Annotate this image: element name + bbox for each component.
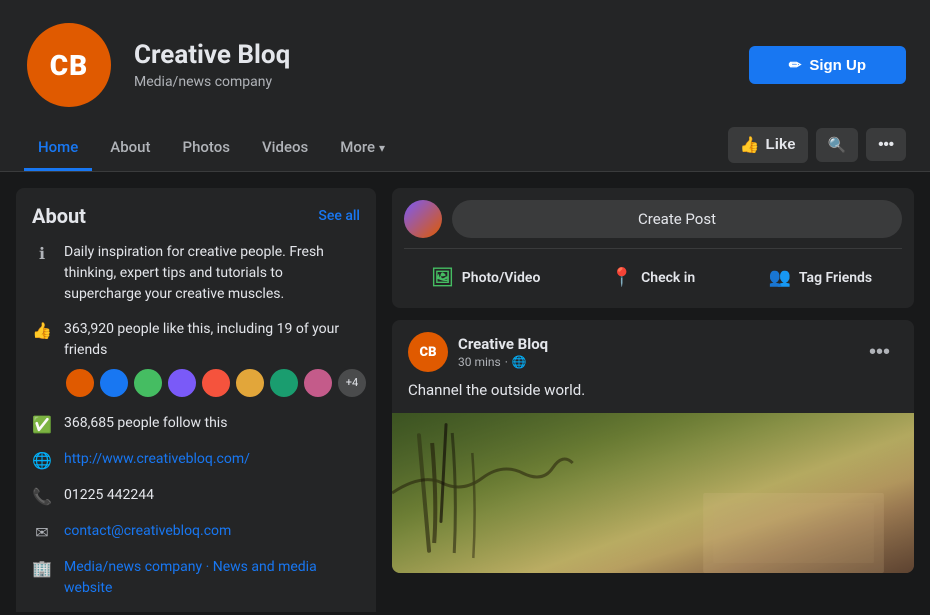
post-card: CB Creative Bloq 30 mins · 🌐 ••• Cha (392, 320, 914, 573)
page-nav: Home About Photos Videos More 👍 Like 🔍 (24, 126, 906, 171)
like-button[interactable]: 👍 Like (728, 127, 808, 163)
thumbs-up-icon: 👍 (740, 135, 760, 155)
feed: Create Post 🖼 Photo/Video 📍 Check in 👥 T… (392, 188, 914, 596)
create-post-top: Create Post (404, 200, 902, 238)
tab-about[interactable]: About (96, 126, 164, 171)
sidebar-title-row: About See all (32, 204, 360, 228)
website-link[interactable]: http://www.creativebloq.com/ (64, 449, 250, 470)
page-header: CB Creative Bloq Media/news company ✏ Si… (0, 0, 930, 172)
friend-avatar (234, 367, 266, 399)
check-in-icon: 📍 (611, 267, 633, 288)
friend-avatar (302, 367, 334, 399)
user-avatar (404, 200, 442, 238)
more-options-button[interactable]: ••• (866, 128, 906, 161)
about-email: ✉ contact@creativebloq.com (32, 521, 360, 543)
create-post-input[interactable]: Create Post (452, 200, 902, 238)
check-in-button[interactable]: 📍 Check in (571, 259, 734, 296)
tab-photos[interactable]: Photos (169, 126, 244, 171)
page-logo-text: CB (50, 49, 88, 82)
post-header: CB Creative Bloq 30 mins · 🌐 ••• (392, 320, 914, 380)
friend-avatar (98, 367, 130, 399)
ellipsis-icon: ••• (878, 136, 894, 153)
post-author-info: CB Creative Bloq 30 mins · 🌐 (408, 332, 548, 372)
about-likes: 👍 363,920 people like this, including 19… (32, 319, 360, 399)
friend-avatar (268, 367, 300, 399)
building-icon: 🏢 (32, 559, 52, 579)
thumbs-up-icon: 👍 (32, 321, 52, 341)
ellipsis-icon: ••• (869, 341, 890, 363)
privacy-icon: 🌐 (512, 355, 527, 369)
tag-friends-button[interactable]: 👥 Tag Friends (739, 259, 902, 296)
search-button[interactable]: 🔍 (816, 128, 859, 162)
post-image (392, 413, 914, 573)
signup-button[interactable]: ✏ Sign Up (749, 46, 906, 84)
create-post-box: Create Post 🖼 Photo/Video 📍 Check in 👥 T… (392, 188, 914, 308)
post-more-button[interactable]: ••• (861, 337, 898, 368)
post-author-name: Creative Bloq (458, 335, 548, 353)
friends-row: +4 (64, 367, 368, 399)
friend-avatar (200, 367, 232, 399)
create-post-actions: 🖼 Photo/Video 📍 Check in 👥 Tag Friends (404, 248, 902, 296)
page-info: Creative Bloq Media/news company (134, 40, 729, 90)
email-icon: ✉ (32, 523, 52, 543)
info-icon: ℹ (32, 244, 52, 264)
phone-icon: 📞 (32, 487, 52, 507)
friend-avatar (166, 367, 198, 399)
photo-video-button[interactable]: 🖼 Photo/Video (404, 259, 567, 296)
see-all-link[interactable]: See all (318, 208, 360, 224)
friend-avatar-more: +4 (336, 367, 368, 399)
chevron-down-icon (379, 138, 385, 156)
globe-icon: 🌐 (32, 451, 52, 471)
tab-home[interactable]: Home (24, 126, 92, 171)
search-icon: 🔍 (828, 136, 847, 154)
tab-more[interactable]: More (326, 126, 399, 171)
email-link[interactable]: contact@creativebloq.com (64, 521, 231, 542)
friend-avatar (132, 367, 164, 399)
about-phone: 📞 01225 442244 (32, 485, 360, 507)
sidebar-title: About (32, 204, 86, 228)
checkmark-icon: ✅ (32, 415, 52, 435)
page-name: Creative Bloq (134, 40, 729, 70)
page-header-top: CB Creative Bloq Media/news company ✏ Si… (24, 20, 906, 126)
tab-videos[interactable]: Videos (248, 126, 322, 171)
about-category: 🏢 Media/news company · News and media we… (32, 557, 360, 599)
pencil-icon: ✏ (789, 56, 802, 74)
nav-actions: 👍 Like 🔍 ••• (728, 127, 906, 171)
post-author-logo: CB (408, 332, 448, 372)
friend-avatar (64, 367, 96, 399)
tag-friends-icon: 👥 (768, 267, 790, 288)
content-area: About See all ℹ Daily inspiration for cr… (0, 172, 930, 612)
about-sidebar: About See all ℹ Daily inspiration for cr… (16, 188, 376, 612)
nav-tabs: Home About Photos Videos More (24, 126, 399, 171)
photo-video-icon: 🖼 (431, 267, 454, 288)
post-author-details: Creative Bloq 30 mins · 🌐 (458, 335, 548, 369)
about-website: 🌐 http://www.creativebloq.com/ (32, 449, 360, 471)
page-category: Media/news company (134, 74, 729, 90)
post-meta: 30 mins · 🌐 (458, 355, 548, 369)
post-text: Channel the outside world. (392, 380, 914, 413)
about-description: ℹ Daily inspiration for creative people.… (32, 242, 360, 305)
about-followers: ✅ 368,685 people follow this (32, 413, 360, 435)
painting-svg (392, 413, 914, 573)
category-link[interactable]: Media/news company · News and media webs… (64, 557, 360, 599)
page-logo: CB (24, 20, 114, 110)
